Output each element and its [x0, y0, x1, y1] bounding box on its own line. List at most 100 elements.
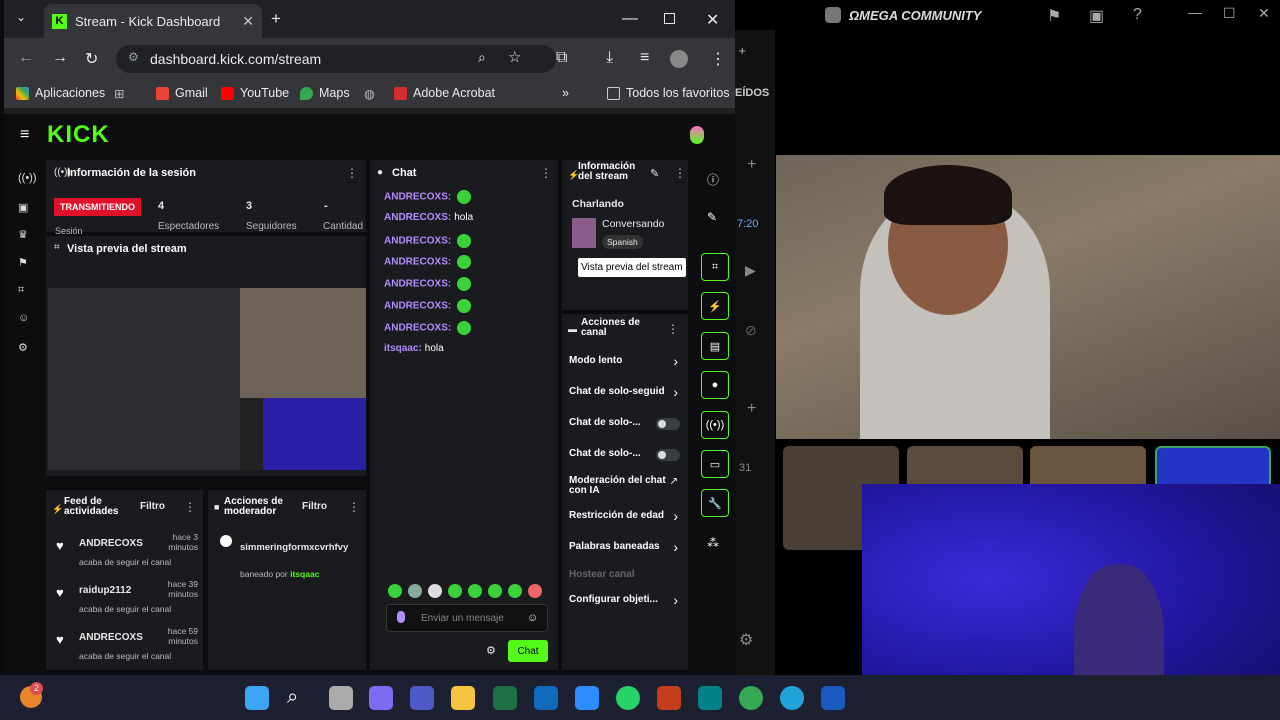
menu-icon[interactable]: ⋮: [710, 49, 726, 69]
community-icon[interactable]: ⚑: [18, 256, 30, 269]
stream-icon[interactable]: ((•)): [18, 172, 37, 184]
wrench-button[interactable]: 🔧: [701, 489, 729, 517]
lightning-button[interactable]: ⚡: [701, 292, 729, 320]
whatsapp-icon[interactable]: [616, 686, 640, 710]
content-icon[interactable]: ▣: [18, 201, 30, 214]
outlook-icon[interactable]: [534, 686, 558, 710]
bookmark-youtube[interactable]: YouTube: [221, 86, 289, 100]
chat-send-button[interactable]: Chat: [508, 640, 548, 662]
media-icon[interactable]: ≡: [640, 49, 649, 67]
chat-username[interactable]: ANDRECOXS:: [384, 279, 451, 290]
main-video-stream[interactable]: [776, 155, 1280, 439]
globe-icon[interactable]: ◍: [364, 86, 375, 101]
reload-icon[interactable]: ↻: [85, 49, 98, 69]
chat-bubble-button[interactable]: ●: [701, 371, 729, 399]
toggle-switch[interactable]: [656, 449, 680, 461]
task-view-icon[interactable]: [329, 686, 353, 710]
minimize-icon[interactable]: —: [622, 10, 638, 28]
inbox-icon[interactable]: ▣: [1089, 6, 1104, 26]
emote-icon[interactable]: [428, 584, 442, 598]
flag-icon[interactable]: ⚑: [1047, 6, 1061, 26]
trophy-icon[interactable]: ♛: [18, 228, 30, 241]
kick-logo[interactable]: KICK: [47, 121, 110, 149]
tab-kick-dashboard[interactable]: K Stream - Kick Dashboard ✕: [44, 4, 262, 38]
stream-info-menu-icon[interactable]: ⋮: [674, 166, 686, 180]
close-tab-icon[interactable]: ✕: [242, 13, 254, 30]
edge-icon[interactable]: [780, 686, 804, 710]
star-icon[interactable]: ☆: [508, 48, 521, 66]
zoom-app-icon[interactable]: [575, 686, 599, 710]
channel-action-row[interactable]: Hostear canal: [562, 570, 688, 594]
emote-icon[interactable]: [388, 584, 402, 598]
preview-icon[interactable]: ⌗: [18, 284, 30, 296]
profile-avatar[interactable]: [670, 50, 688, 68]
users-icon[interactable]: ☺: [18, 312, 30, 324]
discord-maximize-icon[interactable]: ☐: [1223, 5, 1236, 22]
hamburger-icon[interactable]: ≡: [20, 126, 29, 144]
stream-preview[interactable]: [48, 288, 366, 470]
channel-action-row[interactable]: Moderación del chat con IA ↗: [562, 476, 688, 500]
user-avatar[interactable]: [690, 126, 704, 144]
info-circle-icon[interactable]: ⓘ: [707, 171, 719, 188]
toggle-switch[interactable]: [656, 418, 680, 430]
bookmark-all-favorites[interactable]: Todos los favoritos: [607, 86, 730, 100]
chrome-icon[interactable]: [739, 686, 763, 710]
channel-action-row[interactable]: Chat de solo-seguid ›: [562, 384, 688, 411]
channel-action-row[interactable]: Modo lento ›: [562, 353, 688, 380]
explorer-icon[interactable]: [451, 686, 475, 710]
channel-action-row[interactable]: Restricción de edad ›: [562, 508, 688, 535]
preview-toggle-button[interactable]: ⌗: [701, 253, 729, 281]
chat-username[interactable]: itsqaac:: [384, 343, 422, 354]
search-icon[interactable]: ⌕: [287, 686, 311, 710]
chat-username[interactable]: ANDRECOXS:: [384, 322, 451, 333]
bookmark-apps[interactable]: Aplicaciones: [16, 86, 105, 100]
new-tab-icon[interactable]: +: [271, 9, 281, 29]
chat-username[interactable]: ANDRECOXS:: [384, 235, 451, 246]
maximize-icon[interactable]: [664, 13, 675, 24]
document-button[interactable]: ▤: [701, 332, 729, 360]
chat-username[interactable]: ANDRECOXS:: [384, 212, 451, 223]
emoji-icon[interactable]: ☺: [527, 612, 538, 624]
help-icon[interactable]: ?: [1133, 6, 1142, 24]
word-icon[interactable]: [821, 686, 845, 710]
emote-icon[interactable]: [448, 584, 462, 598]
broadcast-button[interactable]: ((•)): [701, 411, 729, 439]
extensions-icon[interactable]: ⧉: [556, 49, 567, 67]
camera-icon[interactable]: ▶: [745, 262, 756, 279]
channel-action-row[interactable]: Palabras baneadas ›: [562, 539, 688, 566]
session-menu-icon[interactable]: ⋮: [346, 166, 358, 180]
chat-settings-icon[interactable]: ⚙: [486, 644, 496, 657]
channel-action-row[interactable]: Configurar objeti... ›: [562, 592, 688, 619]
emote-icon[interactable]: [408, 584, 422, 598]
channel-actions-menu-icon[interactable]: ⋮: [667, 322, 679, 336]
activity-menu-icon[interactable]: ⋮: [184, 500, 196, 514]
url-field[interactable]: ⚙ dashboard.kick.com/stream ⌕ ☆: [116, 45, 556, 73]
collaborate-icon[interactable]: ⁂: [707, 536, 719, 550]
emote-icon[interactable]: [488, 584, 502, 598]
bookmark-gmail[interactable]: Gmail: [156, 86, 208, 100]
mod-menu-icon[interactable]: ⋮: [348, 500, 360, 514]
layout-button[interactable]: ▭: [701, 450, 729, 478]
copilot-icon[interactable]: [369, 686, 393, 710]
add-user-icon[interactable]: ⁺: [738, 44, 746, 64]
channel-action-row[interactable]: Chat de solo-...: [562, 449, 688, 473]
forward-icon[interactable]: →: [52, 49, 68, 67]
channel-action-row[interactable]: Chat de solo-...: [562, 418, 688, 442]
chat-username[interactable]: ANDRECOXS:: [384, 192, 451, 203]
start-icon[interactable]: [245, 686, 269, 710]
activity-user[interactable]: ANDRECOXS: [79, 538, 143, 549]
publisher-icon[interactable]: [698, 686, 722, 710]
activity-user[interactable]: ANDRECOXS: [79, 632, 143, 643]
emote-icon[interactable]: [528, 584, 542, 598]
discord-close-icon[interactable]: ✕: [1258, 5, 1270, 22]
close-window-icon[interactable]: ✕: [706, 10, 719, 30]
teams-icon[interactable]: [410, 686, 434, 710]
plus-icon[interactable]: +: [747, 156, 756, 174]
more-bookmarks-icon[interactable]: »: [562, 86, 569, 100]
emote-icon[interactable]: [468, 584, 482, 598]
chat-menu-icon[interactable]: ⋮: [540, 166, 552, 180]
activity-user[interactable]: raidup2112: [79, 585, 131, 596]
chat-username[interactable]: ANDRECOXS:: [384, 257, 451, 268]
pencil-icon[interactable]: ✎: [707, 210, 717, 224]
powerpoint-icon[interactable]: [657, 686, 681, 710]
